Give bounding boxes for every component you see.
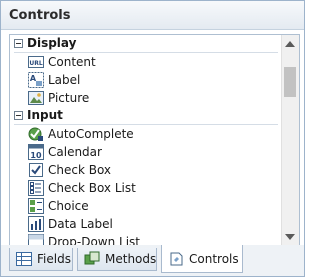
- svg-text:URL: URL: [29, 60, 42, 67]
- collapse-icon[interactable]: [14, 111, 23, 120]
- methods-icon: [84, 251, 100, 265]
- control-item-label-text: Picture: [48, 91, 90, 105]
- control-item-content[interactable]: URL Content: [10, 53, 280, 71]
- svg-text:10: 10: [30, 151, 42, 160]
- control-item-label-text: Data Label: [48, 217, 113, 231]
- bottom-tab-bar: Fields Methods Controls: [1, 245, 304, 276]
- tab-label: Methods: [105, 252, 157, 266]
- control-item-label[interactable]: A Label: [10, 71, 280, 89]
- panel-title: Controls: [9, 8, 71, 23]
- choice-icon: [28, 198, 44, 214]
- scroll-up-icon[interactable]: [285, 41, 295, 47]
- tab-controls[interactable]: Controls: [161, 245, 243, 273]
- controls-icon: [170, 252, 183, 265]
- control-item-label-text: AutoComplete: [48, 127, 134, 141]
- control-item-data-label[interactable]: Data Label: [10, 215, 280, 233]
- group-header-display[interactable]: Display: [10, 35, 280, 53]
- scrollbar-thumb[interactable]: [284, 67, 296, 97]
- control-item-label-text: Choice: [48, 199, 89, 213]
- calendar-icon: 10: [28, 144, 44, 160]
- control-item-label-text: Label: [48, 73, 81, 87]
- tab-fields[interactable]: Fields: [9, 248, 73, 271]
- tab-label: Controls: [189, 251, 239, 266]
- checkbox-list-icon: [28, 180, 44, 196]
- tab-label: Fields: [37, 252, 71, 266]
- control-item-calendar[interactable]: 10 Calendar: [10, 143, 280, 161]
- tab-methods[interactable]: Methods: [77, 248, 157, 271]
- group-label: Input: [27, 108, 63, 122]
- collapse-icon[interactable]: [14, 39, 23, 48]
- checkbox-icon: [29, 163, 43, 177]
- controls-list[interactable]: Display URL Content A Label Picture Inpu…: [9, 34, 300, 247]
- control-item-label-text: Calendar: [48, 145, 102, 159]
- control-item-checkbox-list[interactable]: Check Box List: [10, 179, 280, 197]
- panel-header: Controls: [1, 1, 304, 30]
- controls-panel: Controls Display URL Content A Label Pic…: [0, 0, 305, 277]
- control-item-autocomplete[interactable]: AutoComplete: [10, 125, 280, 143]
- control-item-label-text: Check Box List: [48, 181, 136, 195]
- control-item-label-text: Check Box: [48, 163, 112, 177]
- control-item-label: Content: [48, 55, 96, 69]
- group-label: Display: [27, 36, 77, 50]
- autocomplete-icon: [28, 127, 43, 141]
- scroll-down-icon[interactable]: [285, 234, 295, 240]
- fields-icon: [16, 252, 32, 266]
- url-content-icon: URL: [28, 56, 44, 68]
- control-item-picture[interactable]: Picture: [10, 89, 280, 107]
- svg-text:A: A: [30, 74, 37, 83]
- control-item-choice[interactable]: Choice: [10, 197, 280, 215]
- picture-icon: [28, 91, 44, 105]
- group-header-input[interactable]: Input: [10, 107, 280, 125]
- control-item-checkbox[interactable]: Check Box: [10, 161, 280, 179]
- data-label-icon: [28, 216, 44, 232]
- label-icon: A: [28, 72, 44, 88]
- vertical-scrollbar[interactable]: [281, 35, 299, 246]
- controls-list-content: Display URL Content A Label Picture Inpu…: [10, 35, 280, 246]
